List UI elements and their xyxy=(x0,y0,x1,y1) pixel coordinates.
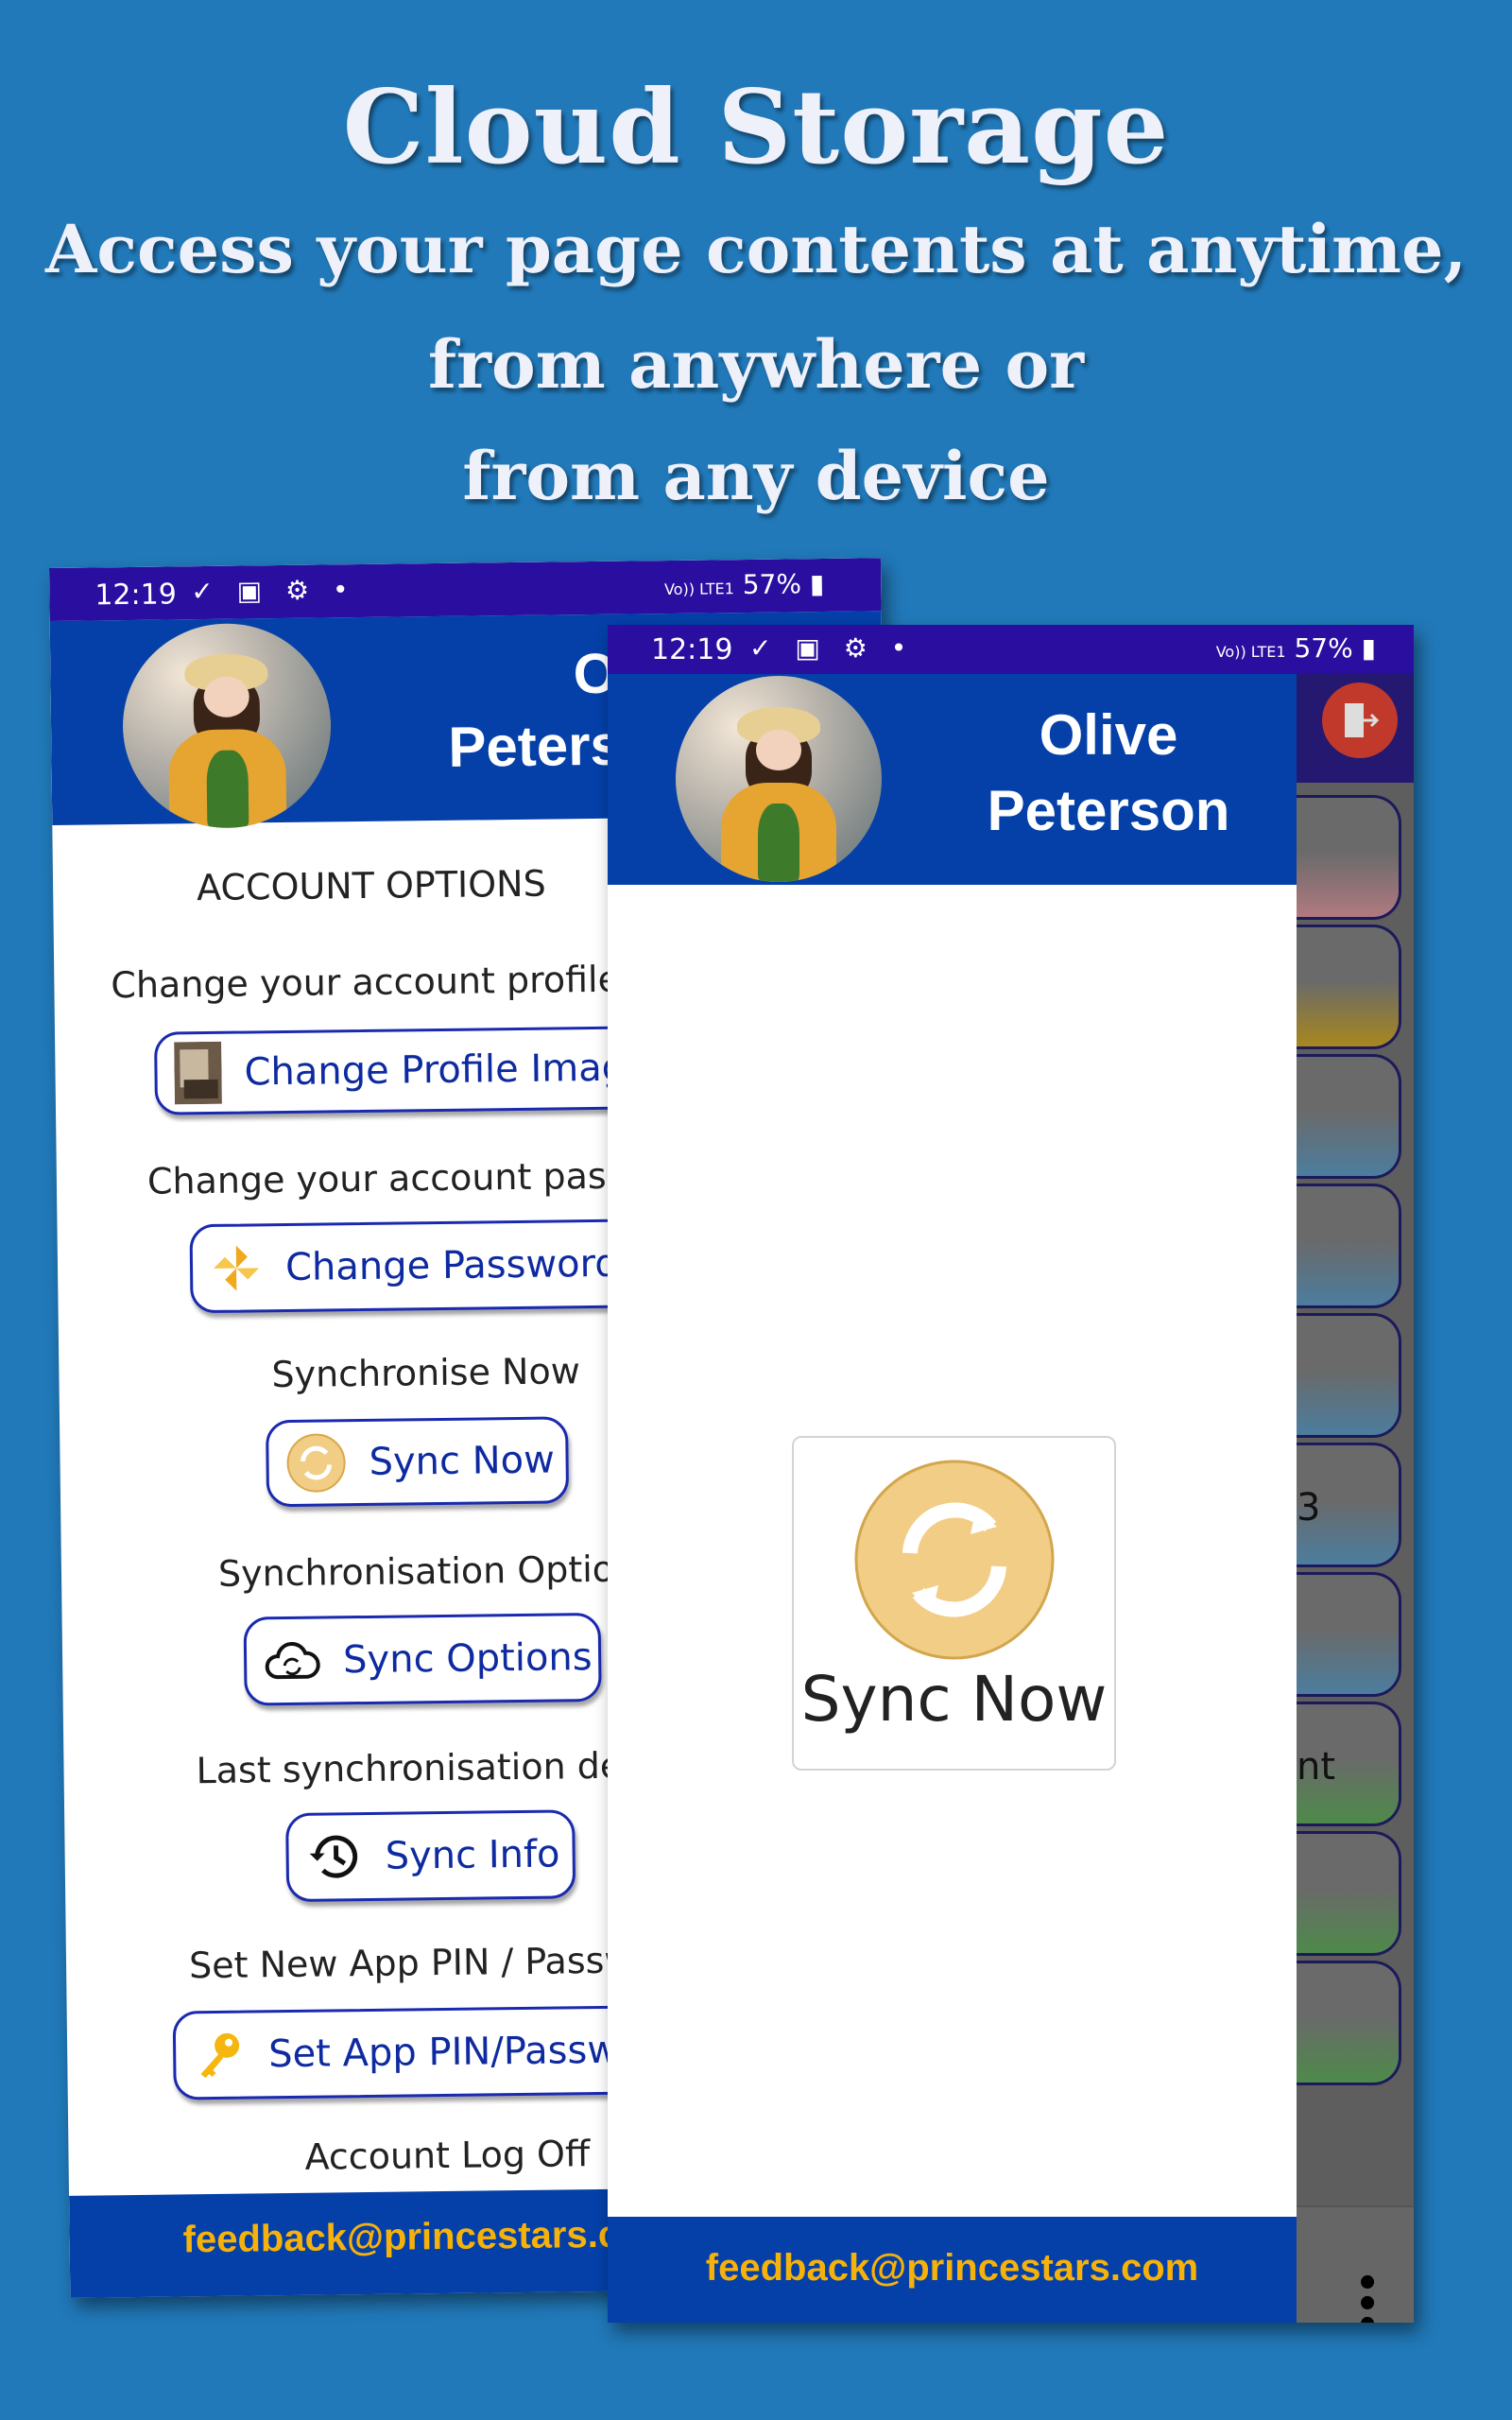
list-item[interactable] xyxy=(1297,1831,1401,1956)
sync-icon xyxy=(286,1433,346,1493)
status-time: 12:19 xyxy=(651,633,733,666)
sync-now-label: Sync Now xyxy=(800,1663,1108,1736)
notification-icons: ✓ ▣ ⚙ • xyxy=(749,632,915,664)
battery-level: 57% xyxy=(742,568,802,601)
list-item[interactable] xyxy=(1297,925,1401,1049)
cloud-sync-icon xyxy=(265,1641,320,1680)
background-list-dimmed: 3 nt ••• xyxy=(1297,674,1414,2323)
hero-subtitle-line-1: Access your page contents at anytime, xyxy=(45,210,1467,288)
logout-door-icon xyxy=(1345,703,1380,737)
list-item[interactable] xyxy=(1297,1054,1401,1179)
sync-now-card[interactable]: Sync Now xyxy=(792,1436,1116,1771)
status-bar: 12:19 ✓ ▣ ⚙ • Vo)) LTE1 57% ▮ xyxy=(608,625,1414,674)
network-icon: Vo)) LTE1 xyxy=(1215,643,1286,661)
avatar xyxy=(121,622,333,830)
account-options-heading: ACCOUNT OPTIONS xyxy=(196,862,546,909)
account-log-off-link[interactable]: Account Log Off xyxy=(304,2133,590,2178)
feedback-email[interactable]: feedback@princestars.com xyxy=(706,2247,1198,2289)
sync-icon xyxy=(854,1460,1054,1660)
status-right: Vo)) LTE1 57% ▮ xyxy=(1215,632,1376,664)
profile-first-name: Olive xyxy=(1039,703,1178,767)
hero-subtitle-line-2: from anywhere or xyxy=(427,325,1085,404)
image-thumbnail-icon xyxy=(174,1041,222,1105)
status-right: Vo)) LTE1 57% ▮ xyxy=(663,567,825,601)
list-item[interactable]: 3 xyxy=(1297,1443,1401,1567)
feedback-email[interactable]: feedback@princestars.com xyxy=(182,2213,676,2260)
list-item[interactable]: nt xyxy=(1297,1702,1401,1826)
hero-subtitle-line-3: from any device xyxy=(462,437,1050,515)
section-label: Synchronise Now xyxy=(271,1350,581,1396)
list-item[interactable] xyxy=(1297,1961,1401,2085)
pinwheel-icon xyxy=(214,1245,260,1291)
network-icon: Vo)) LTE1 xyxy=(663,579,734,599)
status-time: 12:19 xyxy=(94,578,178,613)
list-item[interactable] xyxy=(1297,1313,1401,1438)
change-profile-image-button[interactable]: Change Profile Image xyxy=(154,1025,685,1115)
profile-header: Olive Peterson xyxy=(608,674,1297,885)
list-item[interactable] xyxy=(1297,795,1401,920)
avatar xyxy=(676,676,882,882)
notification-icons: ✓ ▣ ⚙ • xyxy=(191,574,356,608)
battery-level: 57% xyxy=(1294,632,1353,664)
history-icon xyxy=(309,1835,358,1878)
hero-title: Cloud Storage xyxy=(342,68,1170,187)
logout-button[interactable] xyxy=(1322,683,1398,758)
sync-screen: 3 nt ••• 12:19 ✓ ▣ ⚙ • Vo)) LTE1 57% ▮ Ol… xyxy=(608,625,1414,2323)
button-label: Sync Options xyxy=(342,1635,593,1683)
list-item[interactable] xyxy=(1297,1572,1401,1697)
list-item[interactable] xyxy=(1297,1184,1401,1308)
footer: feedback@princestars.com xyxy=(608,2217,1297,2323)
profile-last-name: Peterson xyxy=(987,779,1230,842)
section-label: Synchronisation Options xyxy=(217,1547,657,1595)
sync-options-button[interactable]: Sync Options xyxy=(243,1612,602,1706)
key-icon xyxy=(200,2032,240,2079)
more-options-icon[interactable]: ••• xyxy=(1353,2265,1382,2323)
button-label: Sync Info xyxy=(385,1832,560,1878)
button-label: Change Profile Image xyxy=(244,1046,650,1095)
button-label: Sync Now xyxy=(369,1438,556,1484)
button-label: Change Password xyxy=(284,1241,620,1289)
section-label: Change your account profile xyxy=(111,958,621,1007)
sync-info-button[interactable]: Sync Info xyxy=(285,1809,576,1903)
sync-now-button[interactable]: Sync Now xyxy=(266,1416,570,1508)
